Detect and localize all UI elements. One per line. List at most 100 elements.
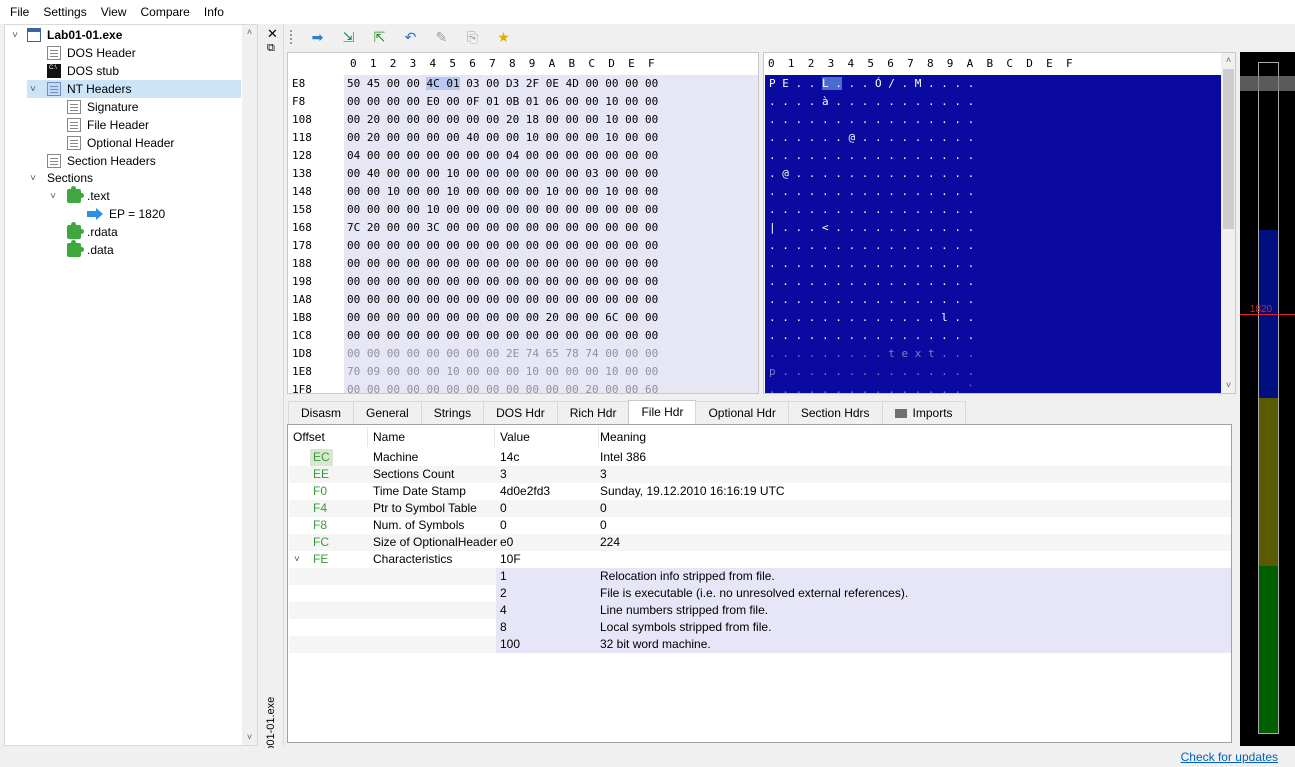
hex-row[interactable]: 00 40 00 00 00 10 00 00 00 00 00 00 03 0…	[344, 165, 758, 183]
column-header-value[interactable]: Value	[495, 427, 599, 447]
flag-row[interactable]: 8 Local symbols stripped from file.	[289, 619, 1231, 636]
check-for-updates-link[interactable]: Check for updates	[1181, 750, 1278, 764]
copy-icon[interactable]: ⎘	[457, 27, 488, 47]
ascii-row[interactable]: . . . . . . . . . . . . . l . .	[765, 309, 1221, 327]
ascii-row[interactable]: . . . . . . . . . t e x t . . .	[765, 345, 1221, 363]
ascii-row[interactable]: . . . . . . . . . . . . . . . .	[765, 183, 1221, 201]
tab-file-hdr[interactable]: File Hdr	[628, 400, 697, 424]
menu-settings[interactable]: Settings	[36, 0, 93, 24]
hex-row[interactable]: 00 00 00 00 E0 00 0F 01 0B 01 06 00 00 1…	[344, 93, 758, 111]
ascii-row[interactable]: . . . . . . . . . . . . . . . .	[765, 111, 1221, 129]
chevron-down-icon[interactable]: ˅	[294, 551, 300, 568]
table-row[interactable]: F4 Ptr to Symbol Table 0 0	[289, 500, 1231, 517]
tab-strings[interactable]: Strings	[420, 401, 485, 424]
column-header-name[interactable]: Name	[368, 427, 495, 447]
tab-section-hdrs[interactable]: Section Hdrs	[787, 401, 883, 424]
ascii-row[interactable]: . . . . . . . . . . . . . . . .	[765, 327, 1221, 345]
menu-info[interactable]: Info	[197, 0, 231, 24]
hex-row[interactable]: 00 00 00 00 00 00 00 00 00 00 00 00 00 0…	[344, 255, 758, 273]
map-segment-rdata[interactable]	[1259, 398, 1278, 566]
ascii-bytes[interactable]: P E . . L . . . Ó / . M . . . .. . . . à…	[765, 75, 1221, 393]
chevron-down-icon[interactable]: ˅	[27, 173, 39, 184]
ascii-row[interactable]: . . . . . . . . . . . . . . . .	[765, 273, 1221, 291]
table-row[interactable]: EE Sections Count 3 3	[289, 466, 1231, 483]
hex-row[interactable]: 04 00 00 00 00 00 00 00 04 00 00 00 00 0…	[344, 147, 758, 165]
export-icon[interactable]: ⇱	[364, 27, 395, 47]
scroll-thumb[interactable]	[1223, 69, 1234, 229]
table-row[interactable]: FC Size of OptionalHeader e0 224	[289, 534, 1231, 551]
hex-row[interactable]: 00 00 00 00 00 00 00 00 00 00 00 00 20 0…	[344, 381, 758, 393]
hex-bytes[interactable]: 50 45 00 00 4C 01 03 00 D3 2F 0E 4D 00 0…	[344, 75, 758, 393]
section-map[interactable]: 1820	[1240, 52, 1295, 746]
ascii-row[interactable]: P E . . L . . . Ó / . M . . . .	[765, 75, 1221, 93]
table-row[interactable]: F0 Time Date Stamp 4d0e2fd3 Sunday, 19.12.2…	[289, 483, 1231, 500]
hex-row[interactable]: 00 00 10 00 00 10 00 00 00 00 10 00 00 1…	[344, 183, 758, 201]
hex-row[interactable]: 00 00 00 00 00 00 00 00 00 00 00 00 00 0…	[344, 327, 758, 345]
chevron-down-icon[interactable]: ˅	[9, 30, 21, 41]
tree-item-sections[interactable]: ˅ Sections	[27, 169, 93, 187]
tab-optional-hdr[interactable]: Optional Hdr	[695, 401, 789, 424]
ascii-row[interactable]: | . . . < . . . . . . . . . . .	[765, 219, 1221, 237]
ascii-row[interactable]: . @ . . . . . . . . . . . . . .	[765, 165, 1221, 183]
tab-general[interactable]: General	[353, 401, 422, 424]
hex-row[interactable]: 00 00 00 00 00 00 00 00 00 00 20 00 00 6…	[344, 309, 758, 327]
dump-icon[interactable]: ⇲	[333, 27, 364, 47]
hex-row[interactable]: 00 20 00 00 00 00 40 00 00 10 00 00 00 1…	[344, 129, 758, 147]
ascii-row[interactable]: . . . . à . . . . . . . . . . .	[765, 93, 1221, 111]
menu-compare[interactable]: Compare	[134, 0, 197, 24]
tree-item-file-header[interactable]: File Header	[67, 116, 149, 134]
tree-item-rdata-section[interactable]: .rdata	[67, 222, 118, 241]
tree-item-optional-header[interactable]: Optional Header	[67, 134, 174, 152]
hex-row[interactable]: 00 00 00 00 00 00 00 00 00 00 00 00 00 0…	[344, 273, 758, 291]
go-to-icon[interactable]: ➡	[302, 27, 333, 47]
hex-row[interactable]: 50 45 00 00 4C 01 03 00 D3 2F 0E 4D 00 0…	[344, 75, 758, 93]
map-viewport[interactable]	[1240, 76, 1295, 91]
tree-item-text-section[interactable]: ˅ .text	[47, 186, 110, 205]
hex-row[interactable]: 00 00 00 00 00 00 00 00 2E 74 65 78 74 0…	[344, 345, 758, 363]
hex-row[interactable]: 00 00 00 00 00 00 00 00 00 00 00 00 00 0…	[344, 237, 758, 255]
column-header-offset[interactable]: Offset	[288, 427, 368, 447]
undo-icon[interactable]: ↶	[395, 27, 426, 47]
hex-row[interactable]: 00 20 00 00 00 00 00 00 20 18 00 00 00 1…	[344, 111, 758, 129]
tab-rich-hdr[interactable]: Rich Hdr	[556, 401, 630, 424]
ascii-row[interactable]: . . . . . . . . . . . . . . . .	[765, 237, 1221, 255]
ascii-row[interactable]: . . . . . . . . . . . . . . . .	[765, 291, 1221, 309]
hex-row[interactable]: 7C 20 00 00 3C 00 00 00 00 00 00 00 00 0…	[344, 219, 758, 237]
tab-imports[interactable]: Imports	[881, 401, 966, 424]
menu-file[interactable]: File	[3, 0, 36, 24]
tree-item-entry-point[interactable]: EP = 1820	[87, 205, 165, 223]
tab-disasm[interactable]: Disasm	[288, 401, 355, 424]
hex-scrollbar[interactable]: ˄ ˅	[1221, 53, 1235, 393]
float-icon[interactable]: ⧉	[267, 42, 275, 55]
table-row[interactable]: EC Machine 14c Intel 386	[289, 449, 1231, 466]
scroll-up-icon[interactable]: ˄	[242, 25, 257, 40]
tree-scrollbar[interactable]: ˄ ˅	[242, 25, 257, 745]
flag-row[interactable]: 100 32 bit word machine.	[289, 636, 1231, 653]
column-header-meaning[interactable]: Meaning	[595, 427, 1231, 447]
tree-item-dos-header[interactable]: DOS Header	[47, 44, 136, 62]
pin-icon[interactable]: ✎	[426, 27, 457, 47]
menu-view[interactable]: View	[94, 0, 134, 24]
ascii-view[interactable]: 0 1 2 3 4 5 6 7 8 9 A B C D E F P E . . …	[763, 52, 1236, 394]
ascii-row[interactable]: . . . . . . . . . . . . . . . .	[765, 201, 1221, 219]
scroll-down-icon[interactable]: ˅	[242, 730, 257, 745]
chevron-down-icon[interactable]: ˅	[47, 191, 59, 202]
scroll-down-icon[interactable]: ˅	[1221, 378, 1235, 393]
table-row[interactable]: FE Characteristics 10F ˅	[289, 551, 1231, 568]
table-row[interactable]: F8 Num. of Symbols 0 0	[289, 517, 1231, 534]
scroll-up-icon[interactable]: ˄	[1221, 53, 1235, 68]
ascii-row[interactable]: . . . . . . . . . . . . . . . .	[765, 147, 1221, 165]
close-icon[interactable]: ✕	[267, 26, 278, 42]
hex-row[interactable]: 70 09 00 00 00 10 00 00 00 10 00 00 00 1…	[344, 363, 758, 381]
flag-row[interactable]: 1 Relocation info stripped from file.	[289, 568, 1231, 585]
hex-row[interactable]: 00 00 00 00 00 00 00 00 00 00 00 00 00 0…	[344, 291, 758, 309]
flag-row[interactable]: 2 File is executable (i.e. no unresolved …	[289, 585, 1231, 602]
map-segment-data[interactable]	[1259, 566, 1278, 733]
tree-root[interactable]: ˅ Lab01-01.exe	[9, 26, 122, 44]
tree-item-nt-headers[interactable]: ˅ NT Headers	[27, 80, 241, 98]
flag-row[interactable]: 4 Line numbers stripped from file.	[289, 602, 1231, 619]
tree-item-section-headers[interactable]: Section Headers	[47, 152, 156, 170]
hex-view[interactable]: 0 1 2 3 4 5 6 7 8 9 A B C D E F E8 F8 108 1…	[287, 52, 759, 394]
tree-item-dos-stub[interactable]: C:\ DOS stub	[47, 62, 119, 80]
hex-row[interactable]: 00 00 00 00 10 00 00 00 00 00 00 00 00 0…	[344, 201, 758, 219]
